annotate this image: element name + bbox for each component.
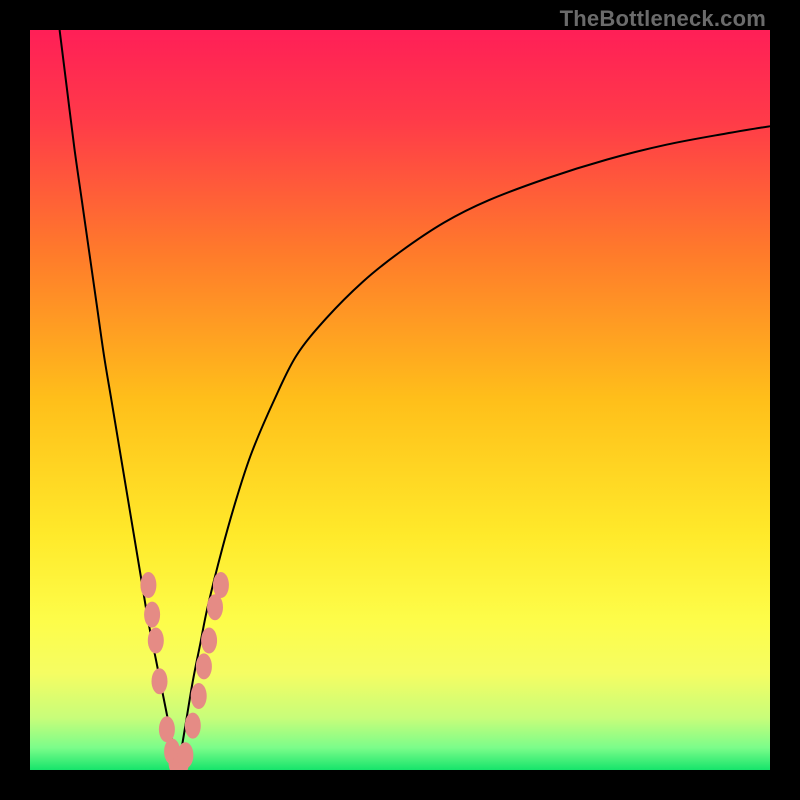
scatter-point <box>140 572 156 598</box>
scatter-point <box>159 716 175 742</box>
scatter-point <box>152 668 168 694</box>
scatter-point <box>207 594 223 620</box>
plot-area <box>30 30 770 770</box>
left-branch-curve <box>60 30 178 770</box>
curve-layer <box>30 30 770 770</box>
watermark-text: TheBottleneck.com <box>560 6 766 32</box>
scatter-point <box>213 572 229 598</box>
scatter-point <box>148 628 164 654</box>
scatter-point <box>185 713 201 739</box>
scatter-point <box>144 602 160 628</box>
scatter-point <box>191 683 207 709</box>
right-branch-curve <box>178 126 770 770</box>
scatter-point <box>201 628 217 654</box>
scatter-points <box>140 572 229 770</box>
chart-frame: TheBottleneck.com <box>0 0 800 800</box>
scatter-point <box>196 653 212 679</box>
scatter-point <box>177 742 193 768</box>
